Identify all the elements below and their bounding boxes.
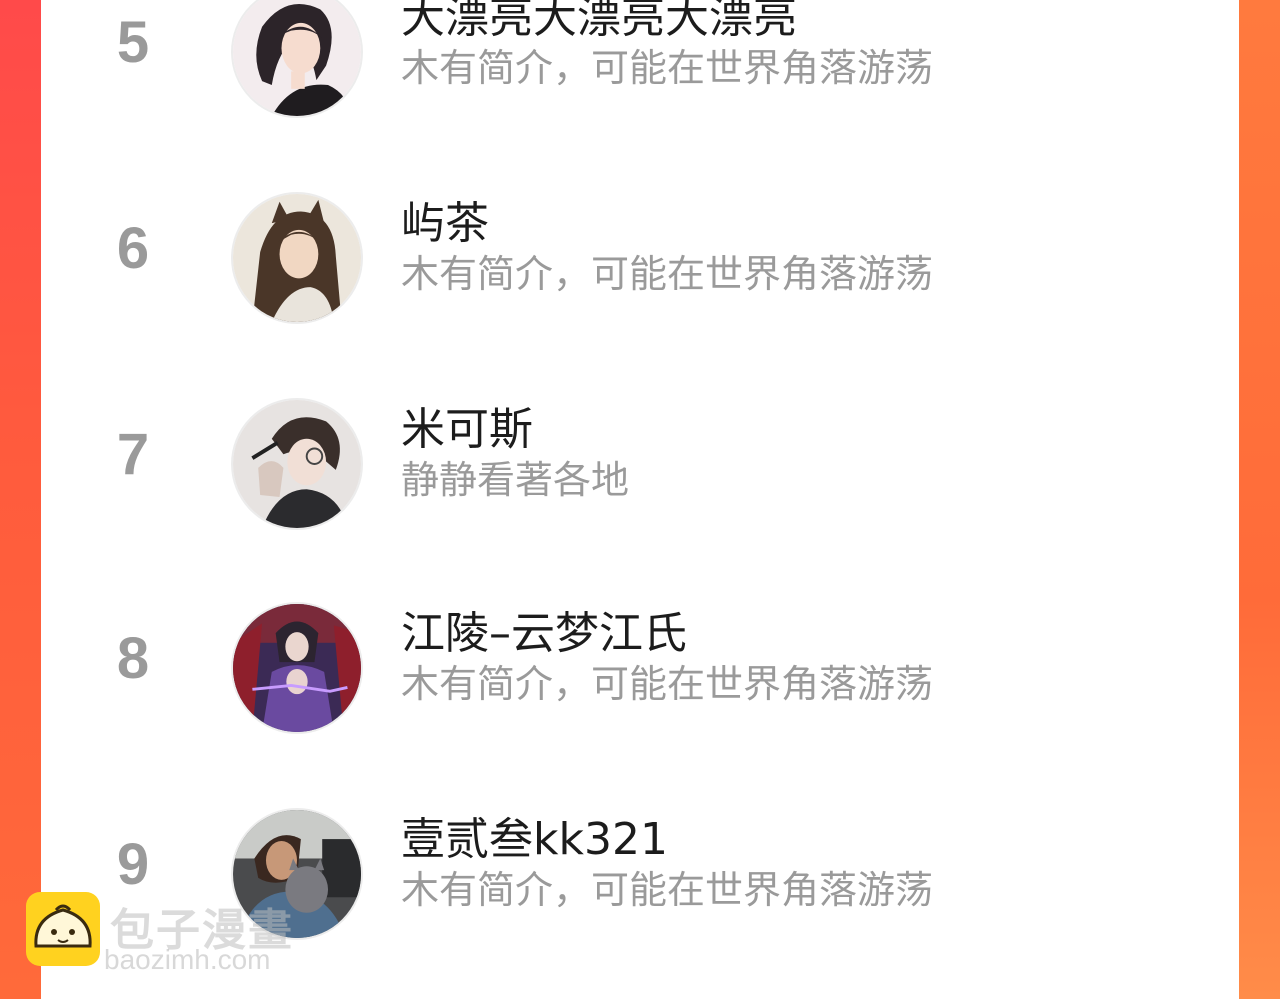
avatar-girl-short-hair-icon bbox=[233, 0, 361, 116]
avatar-boy-glasses-icon bbox=[233, 400, 361, 528]
user-avatar[interactable] bbox=[231, 602, 363, 734]
ranking-row[interactable]: 6 屿茶 木有简介，可能在世界角落游荡 bbox=[41, 192, 1239, 332]
user-name[interactable]: 江陵–云梦江氏 bbox=[401, 609, 687, 658]
rank-number: 5 bbox=[116, 10, 150, 75]
avatar-catgirl-long-hair-icon bbox=[233, 194, 361, 322]
user-bio: 木有简介，可能在世界角落游荡 bbox=[401, 662, 934, 706]
user-name[interactable]: 大漂亮大漂亮大漂亮 bbox=[401, 0, 797, 42]
avatar-anime-purple-icon bbox=[233, 604, 361, 732]
user-name[interactable]: 米可斯 bbox=[401, 405, 533, 454]
user-avatar[interactable] bbox=[231, 192, 363, 324]
ranking-row[interactable]: 7 米可斯 静静看著各地 bbox=[41, 398, 1239, 538]
rank-number: 8 bbox=[116, 626, 150, 691]
ranking-panel: 5 大漂亮大漂亮大漂亮 木有简介，可能在世界角落游荡 6 屿茶 木有简介，可能在… bbox=[41, 0, 1239, 999]
user-bio: 木有简介，可能在世界角落游荡 bbox=[401, 46, 934, 90]
user-bio: 木有简介，可能在世界角落游荡 bbox=[401, 868, 934, 912]
rank-number: 9 bbox=[116, 832, 150, 897]
watermark: 包子漫畫 baozimh.com bbox=[26, 892, 326, 982]
user-bio: 静静看著各地 bbox=[401, 458, 630, 502]
user-avatar[interactable] bbox=[231, 0, 363, 118]
user-avatar[interactable] bbox=[231, 398, 363, 530]
user-bio: 木有简介，可能在世界角落游荡 bbox=[401, 252, 934, 296]
background-right-strip bbox=[1238, 0, 1280, 999]
ranking-row[interactable]: 5 大漂亮大漂亮大漂亮 木有简介，可能在世界角落游荡 bbox=[41, 0, 1239, 126]
rank-number: 6 bbox=[116, 216, 150, 281]
bun-logo-icon bbox=[26, 892, 100, 966]
user-name[interactable]: 壹贰叁kk321 bbox=[401, 815, 668, 864]
rank-number: 7 bbox=[116, 422, 150, 487]
watermark-url: baozimh.com bbox=[104, 944, 271, 975]
user-name[interactable]: 屿茶 bbox=[401, 199, 489, 248]
ranking-row[interactable]: 8 江陵–云梦江氏 木有简介，可能在世界角落游荡 bbox=[41, 602, 1239, 742]
